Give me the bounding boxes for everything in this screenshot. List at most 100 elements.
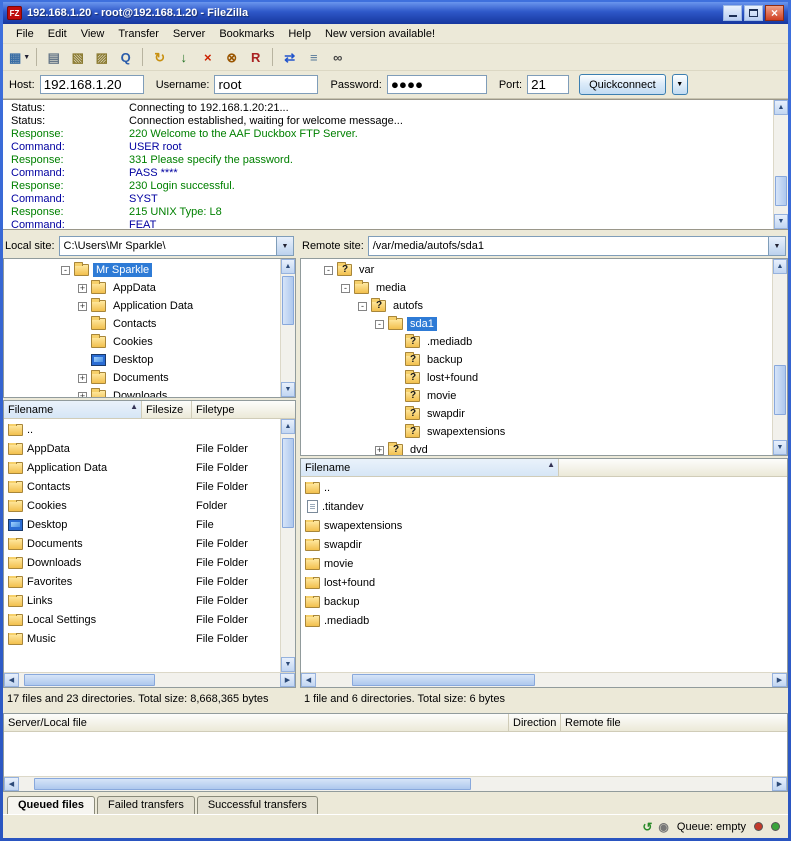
refresh-button[interactable]: ↻ [148,46,171,68]
tree-item-lost-found[interactable]: ?lost+found [301,369,772,387]
file-row-desktop[interactable]: DesktopFile [4,515,280,534]
scroll-thumb[interactable] [282,276,294,325]
file-row-mediadb[interactable]: .mediadb [301,611,787,630]
tree-expander-icon[interactable]: - [61,266,70,275]
remote-tree-scrollbar[interactable]: ▲▼ [772,259,787,455]
scroll-track[interactable] [773,274,787,440]
column-header-filesize[interactable]: Filesize [142,401,192,418]
tree-item-var[interactable]: -?var [301,261,772,279]
scroll-track[interactable] [281,434,295,657]
remote-tree-toggle[interactable]: ▨ [90,46,113,68]
host-input[interactable] [40,75,144,94]
tab-failed-transfers[interactable]: Failed transfers [97,796,195,814]
queue-hscrollbar[interactable]: ◀▶ [4,776,787,791]
scroll-left-button[interactable]: ◀ [4,777,19,791]
tree-item-contacts[interactable]: Contacts [4,315,280,333]
scroll-down-button[interactable]: ▼ [773,440,787,455]
local-list-scrollbar[interactable]: ▲▼ [280,419,295,672]
file-row-swapextensions[interactable]: swapextensions [301,516,787,535]
file-row-links[interactable]: LinksFile Folder [4,591,280,610]
column-header-remote-file[interactable]: Remote file [561,714,787,731]
scroll-right-button[interactable]: ▶ [280,673,295,687]
file-row-downloads[interactable]: DownloadsFile Folder [4,553,280,572]
file-row-movie[interactable]: movie [301,554,787,573]
column-header-filetype[interactable]: Filetype [192,401,295,418]
scroll-down-button[interactable]: ▼ [281,657,295,672]
tree-item-media[interactable]: -media [301,279,772,297]
tree-item-swapdir[interactable]: ?swapdir [301,405,772,423]
menu-item-edit[interactable]: Edit [41,26,74,42]
tree-item-appdata[interactable]: +AppData [4,279,280,297]
tree-item-sda1[interactable]: -sda1 [301,315,772,333]
scroll-thumb[interactable] [34,778,471,790]
file-row-titandev[interactable]: .titandev [301,497,787,516]
dropdown-arrow-icon[interactable]: ▼ [23,54,30,61]
find-button[interactable]: ∞ [326,46,349,68]
tree-expander-icon[interactable]: + [78,284,87,293]
remote-site-combo[interactable]: /var/media/autofs/sda1 ▼ [368,236,786,256]
minimize-button[interactable] [723,5,742,21]
scroll-track[interactable] [316,673,772,687]
scroll-track[interactable] [774,115,788,214]
compare-button[interactable]: ⇄ [278,46,301,68]
scroll-thumb[interactable] [282,438,294,527]
password-input[interactable] [387,75,487,94]
column-header-filename[interactable]: Filename▲ [4,401,142,418]
title-bar[interactable]: FZ 192.168.1.20 - root@192.168.1.20 - Fi… [3,2,788,24]
local-list-hscrollbar[interactable]: ◀▶ [4,672,295,687]
file-row-cookies[interactable]: CookiesFolder [4,496,280,515]
menu-item-help[interactable]: Help [281,26,318,42]
local-site-combo[interactable]: C:\Users\Mr Sparkle\ ▼ [59,236,294,256]
site-manager-button[interactable]: ▦▼ [8,46,31,68]
tree-item-mediadb[interactable]: ?.mediadb [301,333,772,351]
file-row-favorites[interactable]: FavoritesFile Folder [4,572,280,591]
scroll-thumb[interactable] [775,176,787,206]
menu-item-server[interactable]: Server [166,26,212,42]
menu-item-file[interactable]: File [9,26,41,42]
tree-expander-icon[interactable]: - [324,266,333,275]
scroll-left-button[interactable]: ◀ [4,673,19,687]
tree-item-swapextensions[interactable]: ?swapextensions [301,423,772,441]
log-scrollbar[interactable]: ▲▼ [773,100,788,229]
file-row-up[interactable]: .. [301,478,787,497]
scroll-up-button[interactable]: ▲ [281,259,295,274]
scroll-thumb[interactable] [774,365,786,415]
tree-expander-icon[interactable]: + [78,302,87,311]
scroll-thumb[interactable] [352,674,534,686]
file-row-documents[interactable]: DocumentsFile Folder [4,534,280,553]
message-log-toggle[interactable]: ▤ [42,46,65,68]
remote-combo-dropdown-icon[interactable]: ▼ [768,237,785,255]
tab-successful-transfers[interactable]: Successful transfers [197,796,318,814]
cancel-button[interactable]: × [196,46,219,68]
scroll-track[interactable] [19,777,772,791]
scroll-thumb[interactable] [24,674,155,686]
scroll-left-button[interactable]: ◀ [301,673,316,687]
tree-item-application-data[interactable]: +Application Data [4,297,280,315]
file-row-backup[interactable]: backup [301,592,787,611]
file-row-appdata[interactable]: AppDataFile Folder [4,439,280,458]
tree-item-autofs[interactable]: -?autofs [301,297,772,315]
menu-item-new-version-available[interactable]: New version available! [318,26,442,42]
tree-item-dvd[interactable]: +?dvd [301,441,772,455]
tree-item-documents[interactable]: +Documents [4,369,280,387]
maximize-button[interactable] [744,5,763,21]
scroll-up-button[interactable]: ▲ [774,100,788,115]
disconnect-button[interactable]: ⊗ [220,46,243,68]
menu-item-transfer[interactable]: Transfer [111,26,166,42]
scroll-right-button[interactable]: ▶ [772,777,787,791]
scroll-track[interactable] [281,274,295,382]
close-button[interactable]: × [765,5,784,21]
file-row-up[interactable]: .. [4,420,280,439]
tree-expander-icon[interactable]: + [78,392,87,398]
tree-expander-icon[interactable]: - [358,302,367,311]
tree-item-downloads[interactable]: +Downloads [4,387,280,397]
quickconnect-button[interactable]: Quickconnect [579,74,666,95]
scroll-up-button[interactable]: ▲ [281,419,295,434]
file-row-swapdir[interactable]: swapdir [301,535,787,554]
scroll-down-button[interactable]: ▼ [281,382,295,397]
menu-item-bookmarks[interactable]: Bookmarks [212,26,281,42]
tree-expander-icon[interactable]: + [375,446,384,455]
tree-item-cookies[interactable]: Cookies [4,333,280,351]
tree-item-movie[interactable]: ?movie [301,387,772,405]
tree-expander-icon[interactable]: - [341,284,350,293]
